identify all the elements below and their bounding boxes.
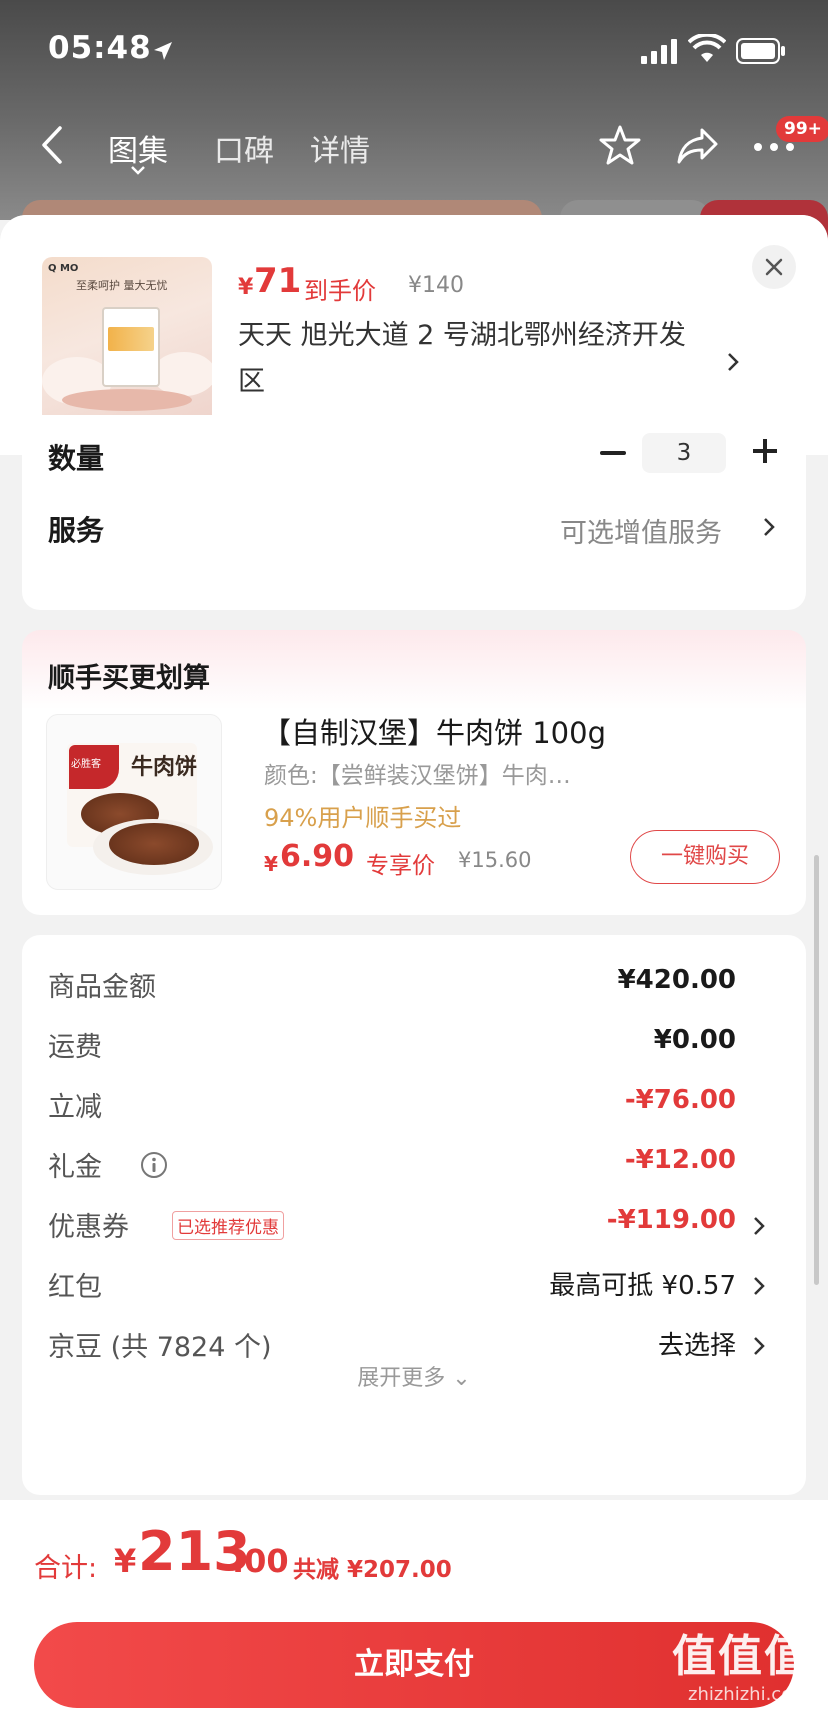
favorite-star-icon[interactable]: [598, 124, 642, 166]
addon-section-title: 顺手买更划算: [48, 663, 210, 694]
addon-price-currency: ¥: [264, 852, 278, 876]
fee-label: 礼金: [48, 1152, 102, 1183]
addon-image-title: 牛肉饼: [131, 755, 198, 780]
nav-bar: 图集 口碑 详情 99+: [0, 110, 828, 180]
fee-value: ¥420.00: [617, 965, 736, 995]
chevron-right-icon[interactable]: [752, 1335, 766, 1357]
addon-original-price: ¥15.60: [458, 848, 532, 872]
cellular-signal-icon: [641, 39, 677, 64]
chevron-right-icon[interactable]: [726, 351, 740, 373]
location-arrow-icon: [154, 42, 172, 60]
quantity-label: 数量: [48, 442, 105, 475]
addon-product-image[interactable]: 必胜客 牛肉饼: [46, 714, 222, 890]
info-icon[interactable]: [140, 1151, 168, 1179]
close-button[interactable]: [752, 245, 796, 289]
product-thumbnail: Q MO 至柔呵护 量大无忧: [42, 257, 212, 427]
total-savings: 共减 ¥207.00: [293, 1557, 452, 1583]
fee-row-gift-credit: 礼金 -¥12.00: [48, 1145, 792, 1189]
coupon-status-tag: 已选推荐优惠: [172, 1211, 284, 1240]
fee-row-coupon[interactable]: 优惠券 已选推荐优惠 -¥119.00: [48, 1205, 792, 1249]
tab-active-indicator-icon: [131, 166, 145, 175]
final-price: 71: [254, 261, 302, 301]
fee-value: 去选择: [657, 1331, 736, 1361]
chevron-right-icon[interactable]: [762, 516, 776, 538]
fee-label: 运费: [48, 1032, 102, 1063]
fee-label: 红包: [48, 1272, 102, 1303]
total-currency: ¥: [114, 1542, 137, 1580]
fee-value: -¥76.00: [624, 1085, 736, 1115]
watermark-logo: 值值值: [672, 1631, 810, 1682]
dimmed-header: 05:48 图集 口碑 详情 99+: [0, 0, 828, 240]
addon-recommendation-card: 顺手买更划算 必胜客 牛肉饼 【自制汉堡】牛肉饼 100g 颜色:【尝鲜装汉堡饼…: [22, 630, 806, 915]
thumb-decoration: [62, 389, 192, 411]
one-click-buy-button[interactable]: 一键购买: [630, 830, 780, 884]
thumb-decoration: [108, 327, 154, 351]
final-price-label: 到手价: [304, 277, 376, 305]
status-time: 05:48: [48, 30, 152, 66]
fee-label: 立减: [48, 1092, 102, 1123]
fee-row-red-packet[interactable]: 红包 最高可抵 ¥0.57: [48, 1265, 792, 1309]
status-bar: 05:48: [0, 0, 828, 100]
wifi-icon: [688, 34, 726, 62]
more-icon[interactable]: [752, 140, 796, 154]
fee-row-instant-discount: 立减 -¥76.00: [48, 1085, 792, 1129]
addon-image-brand: 必胜客: [71, 759, 101, 770]
shipping-address[interactable]: 天天 旭光大道 2 号湖北鄂州经济开发区: [238, 313, 708, 405]
addon-product-name[interactable]: 【自制汉堡】牛肉饼 100g: [262, 710, 606, 752]
quantity-service-card: 数量 3 服务 可选增值服务: [22, 415, 806, 610]
fee-label: 京豆 (共 7824 个): [48, 1332, 272, 1363]
addon-price: 6.90: [280, 839, 355, 874]
quantity-increase-button[interactable]: [752, 438, 778, 464]
addon-social-proof: 94%用户顺手买过: [264, 804, 462, 832]
addon-price-label: 专享价: [366, 853, 435, 879]
addon-image-patty: [109, 823, 199, 865]
close-icon: [765, 258, 783, 276]
fee-label: 优惠券: [48, 1212, 129, 1243]
expand-more-link[interactable]: 展开更多 ⌄: [0, 1360, 828, 1392]
fee-value: -¥119.00: [606, 1205, 736, 1235]
back-icon[interactable]: [36, 124, 72, 166]
tab-details[interactable]: 详情: [310, 126, 370, 170]
total-label: 合计:: [34, 1553, 98, 1584]
thumb-brand-logo: Q MO: [48, 263, 79, 274]
battery-icon: [736, 38, 785, 64]
tab-gallery[interactable]: 图集: [108, 126, 168, 170]
fee-label: 商品金额: [48, 972, 156, 1003]
thumb-slogan: 至柔呵护 量大无忧: [76, 279, 168, 292]
fee-row-shipping: 运费 ¥0.00: [48, 1025, 792, 1069]
original-price: ¥140: [408, 273, 464, 298]
thumb-decoration: [152, 352, 212, 396]
scrollbar[interactable]: [814, 855, 819, 1285]
price-currency: ¥: [238, 275, 254, 300]
fee-row-subtotal: 商品金额 ¥420.00: [48, 965, 792, 1009]
fee-value: 最高可抵 ¥0.57: [549, 1271, 736, 1301]
price-breakdown-card: 商品金额 ¥420.00 运费 ¥0.00 立减 -¥76.00 礼金 -¥12…: [22, 935, 806, 1495]
checkout-sheet: Q MO 至柔呵护 量大无忧 ¥ 71 到手价 ¥140 天天 旭光大道 2 号…: [0, 215, 828, 1720]
message-badge: 99+: [776, 116, 828, 142]
quantity-decrease-button[interactable]: [600, 451, 626, 455]
watermark-url: zhizhizhi.com: [688, 1684, 810, 1705]
fee-value: -¥12.00: [624, 1145, 736, 1175]
site-watermark: 值值值 zhizhizhi.com: [672, 1620, 822, 1720]
quantity-value[interactable]: 3: [642, 433, 726, 473]
service-label: 服务: [48, 514, 105, 547]
total-amount-decimal: .00: [232, 1542, 289, 1580]
chevron-right-icon[interactable]: [752, 1215, 766, 1237]
chevron-right-icon[interactable]: [752, 1275, 766, 1297]
addon-spec[interactable]: 颜色:【尝鲜装汉堡饼】牛肉…: [264, 756, 571, 790]
service-hint[interactable]: 可选增值服务: [560, 511, 722, 550]
fee-value: ¥0.00: [653, 1025, 736, 1055]
share-icon[interactable]: [676, 126, 720, 166]
tab-reviews[interactable]: 口碑: [214, 126, 274, 170]
